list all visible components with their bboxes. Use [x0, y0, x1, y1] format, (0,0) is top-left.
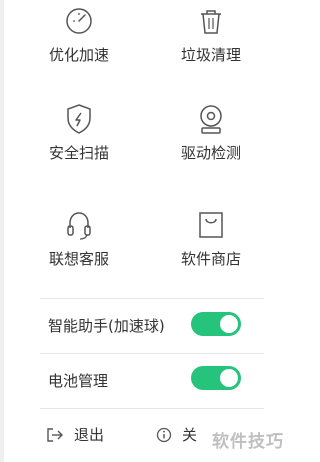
tile-driver-check[interactable]: 驱动检测: [156, 102, 266, 162]
shield-icon: [67, 104, 91, 134]
battery-management-toggle[interactable]: [191, 366, 241, 390]
tile-label: 优化加速: [48, 46, 109, 64]
toggle-knob: [220, 369, 238, 387]
tile-label: 联想客服: [48, 250, 109, 268]
shopping-bag-icon: [199, 212, 223, 238]
tile-security-scan[interactable]: 安全扫描: [24, 102, 134, 162]
watermark: 软件技巧: [212, 432, 284, 452]
smart-assistant-label: 智能助手(加速球): [48, 317, 165, 335]
headset-icon: [67, 212, 91, 240]
speedometer-icon: [66, 8, 92, 34]
tile-label: 垃圾清理: [180, 46, 241, 64]
tile-label: 软件商店: [180, 250, 241, 268]
exit-button[interactable]: 退出: [46, 424, 104, 445]
divider: [40, 408, 264, 409]
tile-optimize-speed[interactable]: 优化加速: [24, 0, 134, 64]
tile-lenovo-support[interactable]: 联想客服: [24, 208, 134, 268]
info-icon: [156, 427, 172, 443]
divider: [40, 353, 264, 354]
toggle-knob: [220, 315, 238, 333]
tile-label: 驱动检测: [180, 144, 241, 162]
tile-junk-clean[interactable]: 垃圾清理: [156, 0, 266, 64]
smart-assistant-toggle[interactable]: [191, 312, 241, 336]
divider: [40, 298, 264, 299]
about-label: 关: [182, 426, 198, 444]
webcam-icon: [200, 105, 222, 134]
trash-icon: [201, 10, 221, 34]
tile-label: 安全扫描: [48, 144, 109, 162]
window-left-edge: [0, 0, 4, 462]
battery-management-label: 电池管理: [48, 372, 109, 390]
exit-icon: [47, 428, 63, 442]
tile-software-store[interactable]: 软件商店: [156, 208, 266, 268]
exit-label: 退出: [74, 426, 105, 444]
about-button[interactable]: 关: [156, 424, 197, 445]
